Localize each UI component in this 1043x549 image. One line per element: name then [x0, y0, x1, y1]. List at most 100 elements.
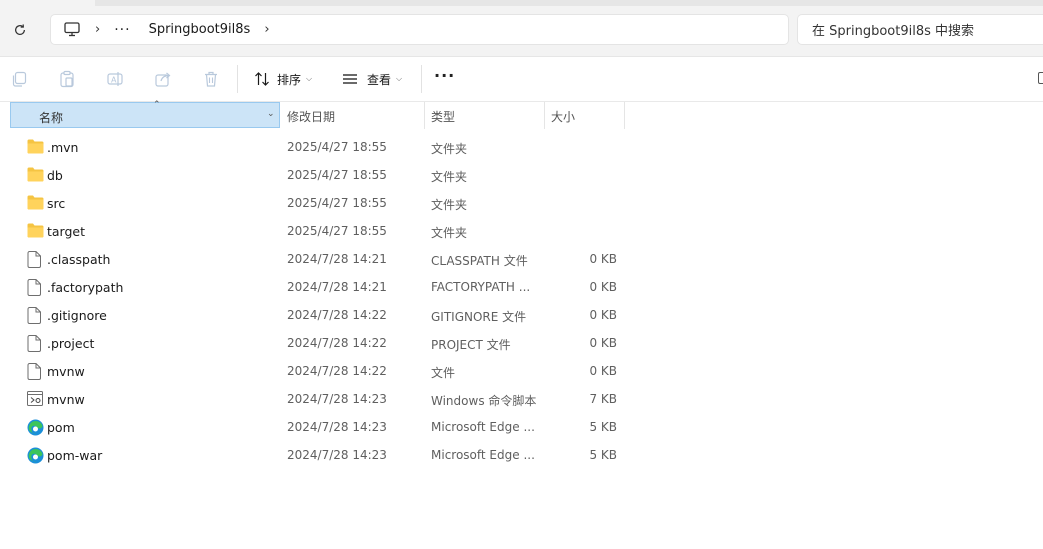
list-item[interactable]: .classpath 2024/7/28 14:21 CLASSPATH 文件 …: [0, 245, 1043, 273]
view-button[interactable]: 查看 ⌵: [342, 67, 402, 91]
file-name: db: [47, 168, 63, 183]
list-item[interactable]: .mvn 2025/4/27 18:55 文件夹: [0, 133, 1043, 161]
more-options-button[interactable]: ···: [434, 66, 455, 85]
column-header-name-label: 名称: [39, 111, 64, 125]
file-icon: [27, 307, 44, 324]
this-pc-icon[interactable]: [63, 21, 81, 39]
file-type: 文件: [431, 366, 456, 380]
column-header-name[interactable]: ⌃ 名称 ⌄: [10, 100, 280, 128]
file-type: Microsoft Edge ...: [431, 448, 535, 462]
file-date: 2025/4/27 18:55: [287, 196, 387, 210]
file-date: 2024/7/28 14:23: [287, 420, 387, 434]
file-icon: [27, 335, 44, 352]
file-name: .mvn: [47, 140, 79, 155]
list-item[interactable]: src 2025/4/27 18:55 文件夹: [0, 189, 1043, 217]
address-bar[interactable]: › ··· Springboot9il8s ›: [50, 14, 789, 45]
sort-button[interactable]: 排序 ⌵: [254, 67, 312, 91]
share-icon[interactable]: [152, 68, 174, 90]
file-size: 0 KB: [589, 364, 617, 378]
file-date: 2024/7/28 14:22: [287, 336, 387, 350]
column-divider[interactable]: [544, 102, 545, 129]
refresh-icon: [15, 24, 25, 36]
file-name: mvnw: [47, 392, 85, 407]
column-header-size[interactable]: 大小: [551, 108, 575, 125]
folder-icon: [27, 223, 44, 239]
file-name: .factorypath: [47, 280, 124, 295]
list-item[interactable]: target 2025/4/27 18:55 文件夹: [0, 217, 1043, 245]
list-item[interactable]: .project 2024/7/28 14:22 PROJECT 文件 0 KB: [0, 329, 1043, 357]
file-size: 7 KB: [589, 392, 617, 406]
file-name: pom-war: [47, 448, 103, 463]
chevron-right-icon[interactable]: ›: [95, 22, 100, 37]
column-header-row: ⌃ 名称 ⌄ 修改日期 类型 大小: [0, 100, 1043, 129]
file-date: 2025/4/27 18:55: [287, 168, 387, 182]
file-size: 0 KB: [589, 252, 617, 266]
file-name: .project: [47, 336, 95, 351]
file-name: pom: [47, 420, 75, 435]
copy-icon[interactable]: [8, 68, 30, 90]
column-divider[interactable]: [424, 102, 425, 129]
chevron-down-icon[interactable]: ⌄: [267, 109, 275, 119]
folder-icon: [27, 195, 44, 211]
svg-text:A: A: [111, 76, 117, 85]
command-bar: A 排序 ⌵ 查看 ⌵ ···: [0, 57, 1043, 102]
rename-icon[interactable]: A: [104, 68, 126, 90]
list-item[interactable]: mvnw 2024/7/28 14:23 Windows 命令脚本 7 KB: [0, 385, 1043, 413]
file-date: 2024/7/28 14:21: [287, 252, 387, 266]
list-item[interactable]: db 2025/4/27 18:55 文件夹: [0, 161, 1043, 189]
refresh-button[interactable]: [8, 18, 32, 42]
chevron-down-icon: ⌵: [396, 74, 403, 83]
edge-icon: [27, 419, 44, 436]
file-name: .classpath: [47, 252, 111, 267]
file-type: FACTORYPATH ...: [431, 280, 531, 294]
file-type: GITIGNORE 文件: [431, 310, 527, 324]
edge-icon: [27, 447, 44, 464]
file-date: 2024/7/28 14:21: [287, 280, 387, 294]
view-label: 查看: [367, 72, 392, 87]
list-item[interactable]: mvnw 2024/7/28 14:22 文件 0 KB: [0, 357, 1043, 385]
chevron-right-icon[interactable]: ›: [264, 22, 269, 37]
toolbar-divider: [421, 65, 422, 93]
search-input[interactable]: 在 Springboot9il8s 中搜索: [797, 14, 1043, 45]
file-type: Microsoft Edge ...: [431, 420, 535, 434]
breadcrumb-overflow[interactable]: ···: [114, 22, 130, 38]
file-size: 0 KB: [589, 336, 617, 350]
paste-icon[interactable]: [56, 68, 78, 90]
sort-label: 排序: [277, 72, 302, 87]
file-name: mvnw: [47, 364, 85, 379]
file-name: .gitignore: [47, 308, 107, 323]
folder-icon: [27, 167, 44, 183]
list-item[interactable]: .factorypath 2024/7/28 14:21 FACTORYPATH…: [0, 273, 1043, 301]
view-icon: [343, 74, 357, 84]
file-date: 2024/7/28 14:22: [287, 308, 387, 322]
column-header-date[interactable]: 修改日期: [287, 108, 335, 125]
file-name: src: [47, 196, 66, 211]
details-pane-icon[interactable]: [1038, 72, 1043, 84]
file-size: 5 KB: [589, 420, 617, 434]
breadcrumb-item[interactable]: Springboot9il8s: [149, 22, 251, 37]
file-icon: [27, 279, 44, 296]
file-type: 文件夹: [431, 142, 468, 156]
chevron-down-icon: ⌵: [306, 74, 313, 83]
file-date: 2024/7/28 14:22: [287, 364, 387, 378]
list-item[interactable]: .gitignore 2024/7/28 14:22 GITIGNORE 文件 …: [0, 301, 1043, 329]
file-icon: [27, 363, 44, 380]
file-date: 2025/4/27 18:55: [287, 140, 387, 154]
column-divider[interactable]: [624, 102, 625, 129]
delete-icon[interactable]: [200, 68, 222, 90]
file-size: 0 KB: [589, 280, 617, 294]
list-item[interactable]: pom 2024/7/28 14:23 Microsoft Edge ... 5…: [0, 413, 1043, 441]
sort-ascending-icon: ⌃: [153, 100, 161, 110]
title-bar-area: › ··· Springboot9il8s › 在 Springboot9il8…: [0, 0, 1043, 57]
list-item[interactable]: pom-war 2024/7/28 14:23 Microsoft Edge .…: [0, 441, 1043, 469]
file-date: 2024/7/28 14:23: [287, 448, 387, 462]
column-header-type[interactable]: 类型: [431, 108, 455, 125]
file-type: 文件夹: [431, 198, 468, 212]
file-type: Windows 命令脚本: [431, 394, 537, 408]
file-type: CLASSPATH 文件: [431, 254, 528, 268]
file-date: 2025/4/27 18:55: [287, 224, 387, 238]
script-icon: [27, 391, 44, 407]
file-type: PROJECT 文件: [431, 338, 511, 352]
file-type: 文件夹: [431, 170, 468, 184]
sort-icon: [255, 72, 269, 86]
